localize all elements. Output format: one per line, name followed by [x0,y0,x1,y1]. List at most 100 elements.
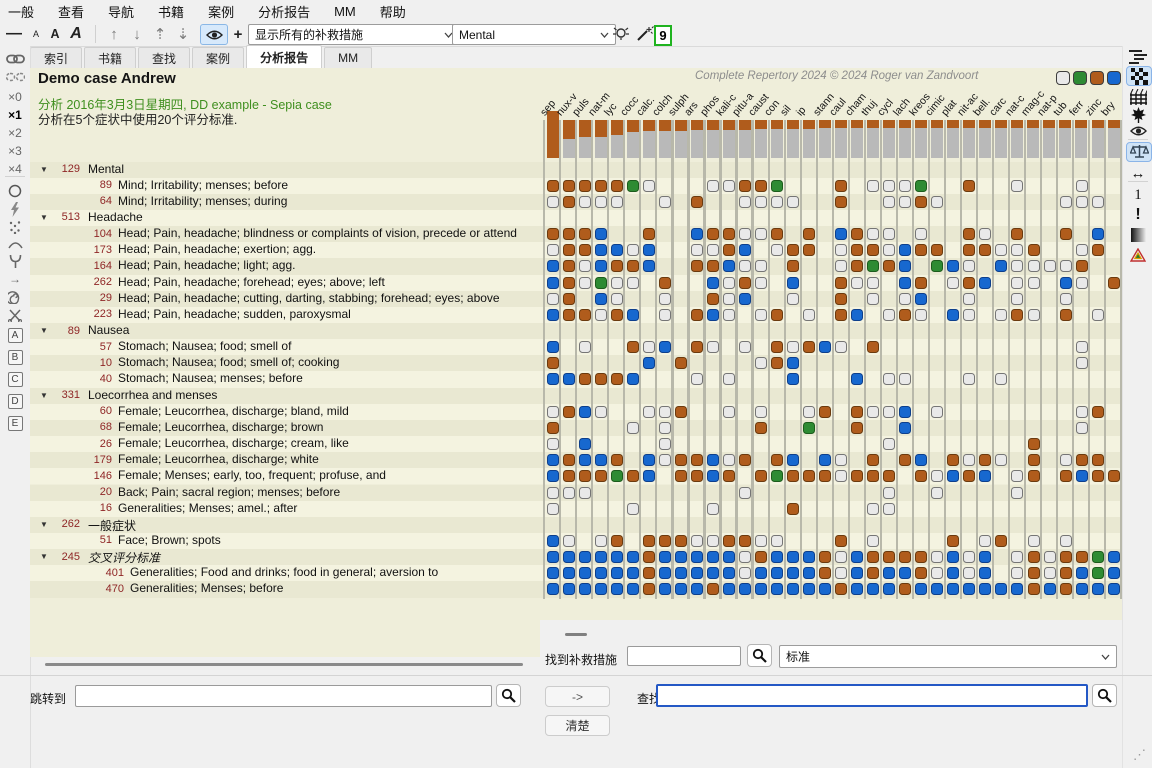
symptom-row[interactable]: 60Female; Leucorrhea, discharge; bland, … [30,404,545,420]
grid-view-icon[interactable] [1126,66,1152,86]
symptom-label[interactable]: Back; Pain; sacral region; menses; befor… [118,485,340,499]
symptom-row[interactable]: 470Generalities; Menses; before [30,581,545,597]
resize-grip[interactable]: ⋰ [1133,747,1146,763]
x1-button[interactable]: ×1 [2,106,28,124]
symptom-row[interactable]: 20Back; Pain; sacral region; menses; bef… [30,485,545,501]
x2-button[interactable]: ×2 [2,124,28,142]
add-symptom-button[interactable]: + [230,22,246,46]
symptom-group-row[interactable]: ▼129Mental [30,162,545,178]
tab-find[interactable]: 查找 [138,47,190,68]
jump-to-input[interactable] [75,685,492,707]
show-symptoms-eye-button[interactable] [200,24,228,45]
symptom-row[interactable]: 51Face; Brown; spots [30,533,545,549]
jump-to-search-button[interactable] [496,684,521,707]
symptom-group-row[interactable]: ▼331Loecorrhea and menses [30,388,545,404]
number-one-icon[interactable]: 1 [1125,186,1151,204]
symptom-row[interactable]: 29Head; Pain, headache; cutting, darting… [30,291,545,307]
symptom-group-row[interactable]: ▼513Headache [30,210,545,226]
menu-view[interactable]: 查看 [58,2,84,21]
symptom-row[interactable]: 223Head; Pain, headache; sudden, paroxys… [30,307,545,323]
symptom-label[interactable]: Mind; Irritability; menses; before [118,178,288,192]
class-a-button[interactable]: A [2,326,28,344]
symptom-group-row[interactable]: ▼245交叉评分标准 [30,549,545,565]
scales-icon[interactable] [1126,142,1152,162]
dots-icon[interactable] [2,218,28,236]
move-top-icon[interactable]: ⇡ [150,22,170,46]
symptom-label[interactable]: Female; Menses; early, too, frequent; pr… [118,468,386,482]
lightning-icon[interactable] [2,200,28,218]
find-input[interactable] [656,684,1088,707]
symptom-row[interactable]: 179Female; Leucorrhea, discharge; white [30,452,545,468]
menu-case[interactable]: 案例 [208,2,234,21]
symptom-row[interactable]: 164Head; Pain, headache; light; agg. [30,258,545,274]
symptom-label[interactable]: Female; Leucorrhea, discharge; bland, mi… [118,404,349,418]
symptom-label[interactable]: Head; Pain, headache; sudden, paroxysmal [118,307,351,321]
symptom-row[interactable]: 26Female; Leucorrhea, discharge; cream, … [30,436,545,452]
tab-mm[interactable]: MM [324,47,372,68]
group-label[interactable]: Mental [88,162,124,176]
font-size-small-button[interactable]: A [28,22,44,46]
exclamation-icon[interactable]: ! [1125,206,1151,224]
move-up-icon[interactable]: ↑ [104,22,124,46]
standard-dropdown[interactable]: 标准 [779,645,1117,668]
class-b-button[interactable]: B [2,348,28,366]
symptom-row[interactable]: 64Mind; Irritability; menses; during [30,194,545,210]
symptom-row[interactable]: 173Head; Pain, headache; exertion; agg. [30,242,545,258]
group-label[interactable]: 一般症状 [88,517,136,533]
find-search-button[interactable] [1092,684,1117,707]
group-label[interactable]: Nausea [88,323,129,337]
symptom-label[interactable]: Head; Pain, headache; blindness or compl… [118,226,517,240]
pane-resize-handle[interactable] [565,633,587,636]
symptom-row[interactable]: 89Mind; Irritability; menses; before [30,178,545,194]
symptom-label[interactable]: Female; Leucorrhea, discharge; white [118,452,319,466]
symptom-row[interactable]: 262Head; Pain, headache; forehead; eyes;… [30,275,545,291]
arrow-transfer-button[interactable]: -> [545,686,610,707]
x0-button[interactable]: ×0 [2,88,28,106]
arrow-right-icon[interactable]: → [2,270,28,288]
tab-book[interactable]: 书籍 [84,47,136,68]
symptom-label[interactable]: Head; Pain, headache; light; agg. [118,258,295,272]
symptom-row[interactable]: 16Generalities; Menses; amel.; after [30,501,545,517]
magic-wand-icon[interactable] [634,22,656,46]
symptom-label[interactable]: Mind; Irritability; menses; during [118,194,287,208]
symptom-label[interactable]: Head; Pain, headache; forehead; eyes; ab… [118,275,385,289]
symptom-label[interactable]: Stomach; Nausea; food; smell of [118,339,291,353]
class-d-button[interactable]: D [2,392,28,410]
find-remedy-input[interactable] [627,646,741,666]
move-down-icon[interactable]: ↓ [127,22,147,46]
x3-button[interactable]: ×3 [2,142,28,160]
prism-icon[interactable] [1125,246,1151,264]
symptom-label[interactable]: Face; Brown; spots [118,533,221,547]
class-e-button[interactable]: E [2,414,28,432]
clear-button[interactable]: 清楚 [545,715,610,736]
analysis-quality-icon[interactable] [610,22,632,46]
tab-case[interactable]: 案例 [192,47,244,68]
fork-icon[interactable] [2,252,28,270]
symptom-group-row[interactable]: ▼89Nausea [30,323,545,339]
zoom-out-button[interactable]: — [4,22,24,46]
symptom-label[interactable]: Female; Leucorrhea, discharge; cream, li… [118,436,349,450]
menu-analysis[interactable]: 分析报告 [258,2,310,21]
symptom-group-row[interactable]: ▼262一般症状 [30,517,545,533]
symptom-label[interactable]: Female; Leucorrhea, discharge; brown [118,420,323,434]
table-grid-icon[interactable] [1125,88,1151,106]
symptom-label[interactable]: Generalities; Food and drinks; food in g… [130,565,438,579]
gradient-icon[interactable] [1125,226,1151,244]
group-label[interactable]: 交叉评分标准 [88,549,160,565]
font-size-large-button[interactable]: A [66,22,86,46]
symptom-label[interactable]: Generalities; Menses; amel.; after [118,501,297,515]
list-view-icon[interactable] [1125,48,1151,66]
class-c-button[interactable]: C [2,370,28,388]
symptom-label[interactable]: Generalities; Menses; before [130,581,283,595]
symptom-row[interactable]: 40Stomach; Nausea; menses; before [30,371,545,387]
symptom-label[interactable]: Head; Pain, headache; cutting, darting, … [118,291,500,305]
menu-book[interactable]: 书籍 [158,2,184,21]
resize-horizontal-icon[interactable]: ↔ [1125,164,1151,182]
symptom-row[interactable]: 401Generalities; Food and drinks; food i… [30,565,545,581]
link-icon[interactable] [2,50,28,68]
scissors-icon[interactable] [2,306,28,324]
font-size-medium-button[interactable]: A [46,22,64,46]
symptom-row[interactable]: 104Head; Pain, headache; blindness or co… [30,226,545,242]
group-label[interactable]: Loecorrhea and menses [88,388,217,402]
symptom-label[interactable]: Stomach; Nausea; menses; before [118,371,303,385]
